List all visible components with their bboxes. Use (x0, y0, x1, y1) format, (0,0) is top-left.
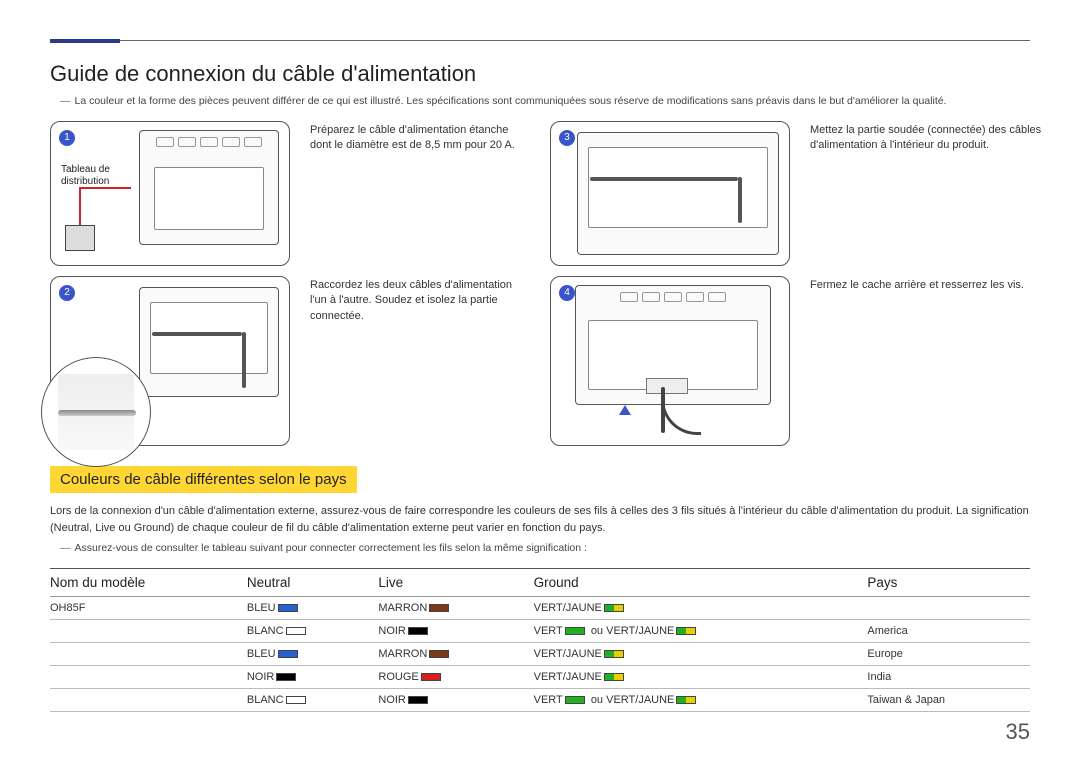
cell-model (50, 689, 247, 712)
arrow-icon (619, 405, 631, 415)
quality-disclaimer: La couleur et la forme des pièces peuven… (50, 95, 1030, 107)
cable-colors-note: Assurez-vous de consulter le tableau sui… (50, 542, 1030, 554)
table-row: BLANC NOIR VERT ou VERT/JAUNE Taiwan & J… (50, 689, 1030, 712)
cable-colors-intro: Lors de la connexion d'un câble d'alimen… (50, 503, 1030, 536)
cell-ground: VERT ou VERT/JAUNE (534, 689, 868, 712)
swatch-brown-icon (429, 650, 449, 658)
swatch-white-icon (286, 627, 306, 635)
cable-icon (242, 332, 246, 388)
swatch-white-icon (286, 696, 306, 704)
step-3-number: 3 (559, 130, 575, 146)
swatch-greenyellow-icon (676, 627, 696, 635)
cell-neutral: BLEU (247, 643, 379, 666)
step-3-diagram: 3 (550, 121, 790, 266)
cell-ground: VERT/JAUNE (534, 666, 868, 689)
cell-model (50, 643, 247, 666)
cable-colors-subhead: Couleurs de câble différentes selon le p… (50, 466, 357, 493)
cable-color-table: Nom du modèle Neutral Live Ground Pays O… (50, 568, 1030, 712)
col-live: Live (378, 569, 533, 597)
col-country: Pays (867, 569, 1030, 597)
cable-icon (79, 187, 131, 189)
swatch-brown-icon (429, 604, 449, 612)
step-4-diagram: 4 (550, 276, 790, 446)
swatch-black-icon (408, 627, 428, 635)
swatch-blue-icon (278, 650, 298, 658)
cable-icon (590, 177, 738, 181)
cell-ground: VERT/JAUNE (534, 597, 868, 620)
cable-icon (738, 177, 742, 223)
swatch-blue-icon (278, 604, 298, 612)
table-row: BLANC NOIR VERT ou VERT/JAUNE America (50, 620, 1030, 643)
swatch-black-icon (276, 673, 296, 681)
cell-model (50, 620, 247, 643)
swatch-green-icon (565, 696, 585, 704)
cable-icon (661, 395, 701, 435)
cell-model (50, 666, 247, 689)
cell-ground: VERT ou VERT/JAUNE (534, 620, 868, 643)
steps-grid: 1 Tableau de distribution Préparez le câ… (50, 121, 1030, 446)
cell-neutral: BLEU (247, 597, 379, 620)
table-header-row: Nom du modèle Neutral Live Ground Pays (50, 569, 1030, 597)
col-ground: Ground (534, 569, 868, 597)
swatch-greenyellow-icon (604, 650, 624, 658)
connector-icon (646, 378, 688, 394)
cell-neutral: NOIR (247, 666, 379, 689)
header-rule (50, 40, 1030, 43)
swatch-red-icon (421, 673, 441, 681)
swatch-greenyellow-icon (604, 604, 624, 612)
swatch-greenyellow-icon (604, 673, 624, 681)
cable-icon (79, 189, 81, 225)
cell-live: NOIR (378, 620, 533, 643)
step-4-text: Fermez le cache arrière et resserrez les… (810, 276, 1080, 446)
cell-live: MARRON (378, 643, 533, 666)
step-1-text: Préparez le câble d'alimentation étanche… (310, 121, 530, 266)
step-3-text: Mettez la partie soudée (connectée) des … (810, 121, 1080, 266)
step-2-text: Raccordez les deux câbles d'alimentation… (310, 276, 530, 446)
cell-country: Europe (867, 643, 1030, 666)
cell-country (867, 597, 1030, 620)
step-4-number: 4 (559, 285, 575, 301)
cell-country: Taiwan & Japan (867, 689, 1030, 712)
page-title: Guide de connexion du câble d'alimentati… (50, 61, 1030, 87)
col-model: Nom du modèle (50, 569, 247, 597)
cell-neutral: BLANC (247, 620, 379, 643)
cell-country: India (867, 666, 1030, 689)
cell-live: ROUGE (378, 666, 533, 689)
swatch-black-icon (408, 696, 428, 704)
cell-live: NOIR (378, 689, 533, 712)
step-2-number: 2 (59, 285, 75, 301)
table-row: BLEU MARRON VERT/JAUNE Europe (50, 643, 1030, 666)
swatch-greenyellow-icon (676, 696, 696, 704)
cell-country: America (867, 620, 1030, 643)
cell-model: OH85F (50, 597, 247, 620)
step-2-diagram: 2 (50, 276, 290, 446)
cable-icon (152, 332, 242, 336)
cell-neutral: BLANC (247, 689, 379, 712)
step-1-number: 1 (59, 130, 75, 146)
swatch-green-icon (565, 627, 585, 635)
table-row: NOIR ROUGE VERT/JAUNE India (50, 666, 1030, 689)
distribution-panel-label: Tableau de distribution (61, 164, 110, 188)
table-row: OH85F BLEU MARRON VERT/JAUNE (50, 597, 1030, 620)
magnifier-icon (41, 357, 151, 467)
cell-live: MARRON (378, 597, 533, 620)
page-number: 35 (1006, 719, 1030, 745)
cell-ground: VERT/JAUNE (534, 643, 868, 666)
col-neutral: Neutral (247, 569, 379, 597)
step-1-diagram: 1 Tableau de distribution (50, 121, 290, 266)
distribution-box-icon (65, 225, 95, 251)
